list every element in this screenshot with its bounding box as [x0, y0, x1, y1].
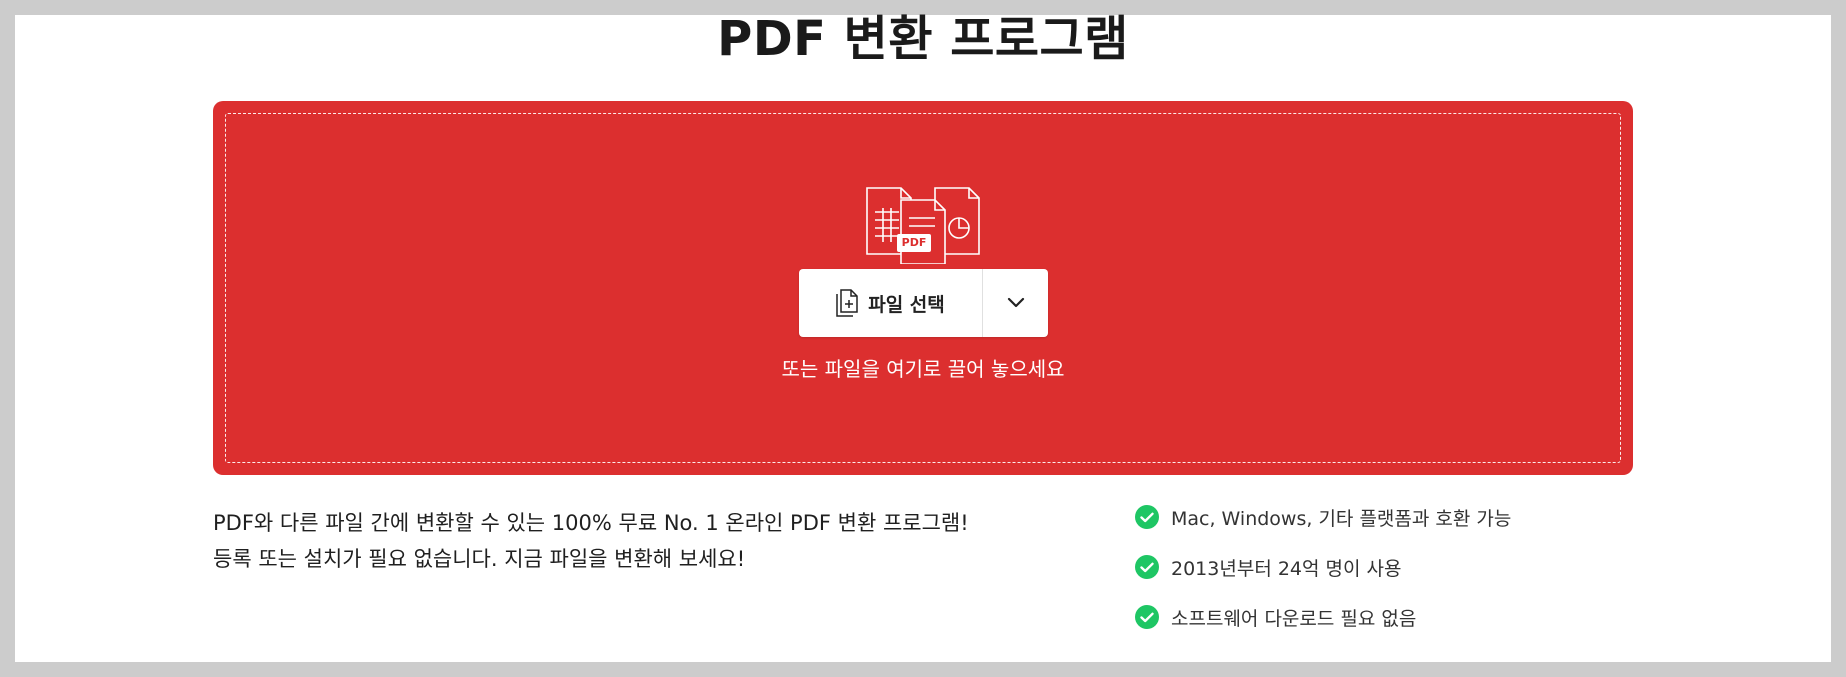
choose-file-button-group: 파일 선택	[799, 269, 1048, 337]
choose-file-label: 파일 선택	[868, 293, 945, 316]
file-add-icon	[836, 289, 858, 317]
feature-item: 소프트웨어 다운로드 필요 없음	[1135, 592, 1511, 642]
description-line-2: 등록 또는 설치가 필요 없습니다. 지금 파일을 변환해 보세요!	[213, 547, 746, 571]
documents-to-pdf-icon	[866, 187, 980, 264]
feature-text: Mac, Windows, 기타 플랫폼과 호환 가능	[1171, 507, 1512, 530]
drop-hint-text: 또는 파일을 여기로 끌어 놓으세요	[781, 357, 1065, 381]
choose-file-button[interactable]: 파일 선택	[799, 269, 982, 337]
page-title: PDF 변환 프로그램	[717, 11, 1129, 67]
feature-item: Mac, Windows, 기타 플랫폼과 호환 가능	[1135, 492, 1511, 542]
file-dropzone[interactable]: PDF 파일 선택 또는 파일을 여기로 끌어 놓으세요	[213, 101, 1633, 475]
description-line-1: PDF와 다른 파일 간에 변환할 수 있는 100% 무료 No. 1 온라인…	[213, 511, 969, 535]
check-circle-icon	[1135, 605, 1159, 629]
feature-text: 2013년부터 24억 명이 사용	[1171, 557, 1402, 580]
file-source-dropdown-button[interactable]	[983, 269, 1048, 337]
pdf-badge-label: PDF	[901, 236, 927, 249]
feature-text: 소프트웨어 다운로드 필요 없음	[1171, 607, 1417, 630]
feature-list: Mac, Windows, 기타 플랫폼과 호환 가능 2013년부터 24억 …	[1135, 503, 1511, 642]
check-circle-icon	[1135, 555, 1159, 579]
description: PDF와 다른 파일 간에 변환할 수 있는 100% 무료 No. 1 온라인…	[213, 505, 969, 577]
page: PDF 변환 프로그램 PDF 파일 선택 또는 파일을 여기로 끌어 놓으세요…	[15, 15, 1831, 662]
check-circle-icon	[1135, 505, 1159, 529]
chevron-down-icon	[1007, 297, 1024, 308]
feature-item: 2013년부터 24억 명이 사용	[1135, 542, 1511, 592]
